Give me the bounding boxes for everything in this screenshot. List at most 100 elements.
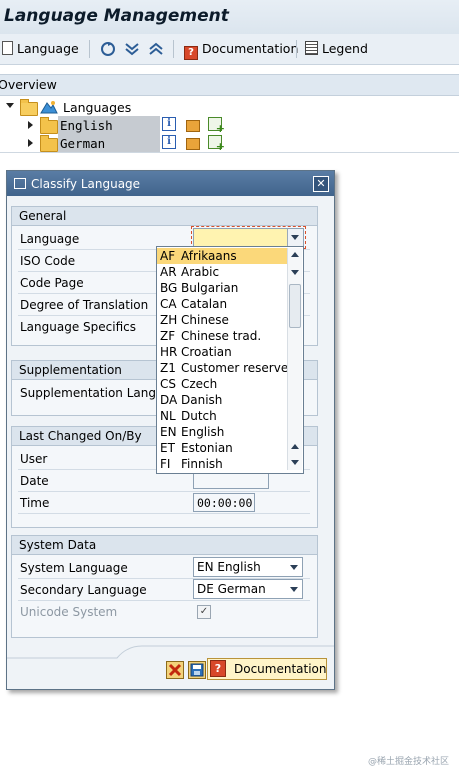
option-name: Catalan xyxy=(181,297,228,311)
documentation-button[interactable]: ? Documentation xyxy=(207,658,327,680)
option-code: FI xyxy=(160,457,171,471)
dropdown-option[interactable]: FI Finnish xyxy=(157,456,288,472)
dropdown-option[interactable]: CA Catalan xyxy=(157,296,288,312)
tree-item-german[interactable]: German xyxy=(60,136,105,151)
save-icon xyxy=(190,663,204,677)
secondary-language-value: DE German xyxy=(197,582,266,596)
cancel-icon xyxy=(168,663,182,677)
language-input[interactable] xyxy=(193,228,304,247)
supplementation-language-label: Supplementation Langua xyxy=(20,386,171,400)
option-code: DA xyxy=(160,393,178,407)
info-icon[interactable]: i xyxy=(162,135,176,149)
dropdown-scrollbar[interactable] xyxy=(287,248,302,470)
chevron-down-icon[interactable] xyxy=(286,580,302,598)
scroll-down-arrow-icon[interactable] xyxy=(291,460,299,465)
dropdown-option[interactable]: HR Croatian xyxy=(157,344,288,360)
expand-arrow-icon[interactable] xyxy=(28,121,33,129)
add-child-icon[interactable] xyxy=(208,117,225,135)
secondary-language-select[interactable]: DE German xyxy=(193,579,303,599)
dialog-window-icon xyxy=(14,178,26,189)
option-name: Estonian xyxy=(181,441,233,455)
documentation-button[interactable]: ? Documentation xyxy=(184,41,298,60)
option-name: Arabic xyxy=(181,265,220,279)
option-code: ZH xyxy=(160,313,178,327)
field-divider xyxy=(18,600,310,601)
collapse-all-button[interactable] xyxy=(148,41,164,60)
add-child-icon[interactable] xyxy=(208,135,225,153)
time-label: Time xyxy=(20,496,50,510)
language-dropdown-list[interactable]: AF Afrikaans AR Arabic BG Bulgarian CA Catalan Z… xyxy=(156,246,304,474)
option-name: Chinese xyxy=(181,313,229,327)
dropdown-option[interactable]: CS Czech xyxy=(157,376,288,392)
option-name: Croatian xyxy=(181,345,232,359)
field-divider xyxy=(18,513,310,514)
save-button[interactable] xyxy=(188,661,206,679)
info-icon[interactable]: i xyxy=(162,117,176,131)
scroll-down-arrow-icon[interactable] xyxy=(291,270,299,275)
dropdown-option[interactable]: BG Bulgarian xyxy=(157,280,288,296)
dropdown-option[interactable]: DA Danish xyxy=(157,392,288,408)
option-name: Danish xyxy=(181,393,223,407)
dropdown-option[interactable]: Z1 Customer reserve xyxy=(157,360,288,376)
language-button[interactable]: Language xyxy=(2,41,79,56)
cancel-button[interactable] xyxy=(166,661,184,679)
package-icon[interactable] xyxy=(186,120,200,132)
title-bar: Language Management xyxy=(0,0,459,34)
overview-header: Overview xyxy=(0,74,459,96)
dropdown-option[interactable]: AR Arabic xyxy=(157,264,288,280)
option-code: HR xyxy=(160,345,178,359)
dropdown-option[interactable]: NL Dutch xyxy=(157,408,288,424)
scrollbar-thumb[interactable] xyxy=(289,284,301,328)
package-icon[interactable] xyxy=(186,138,200,150)
refresh-button[interactable] xyxy=(100,41,116,60)
scroll-up-arrow-icon[interactable] xyxy=(291,444,299,449)
option-name: Chinese trad. xyxy=(181,329,262,343)
chevron-down-icon[interactable] xyxy=(287,229,303,246)
watermark: @稀土掘金技术社区 xyxy=(368,757,450,767)
tree-item-english[interactable]: English xyxy=(60,118,113,133)
tree-root-languages[interactable]: Languages xyxy=(63,100,131,115)
toolbar-separator xyxy=(89,40,90,58)
option-code: EN xyxy=(160,425,177,439)
date-label: Date xyxy=(20,474,49,488)
option-name: Bulgarian xyxy=(181,281,239,295)
option-name: Czech xyxy=(181,377,218,391)
scroll-up-arrow-icon[interactable] xyxy=(291,252,299,257)
secondary-language-label: Secondary Language xyxy=(20,583,147,597)
option-code: AF xyxy=(160,249,176,263)
language-label: Language xyxy=(20,232,80,246)
application-toolbar: Language ? Documentation Legend xyxy=(0,34,459,65)
dropdown-option[interactable]: AF Afrikaans xyxy=(157,248,288,264)
legend-button[interactable]: Legend xyxy=(305,41,368,56)
system-data-group-header: System Data xyxy=(12,536,317,555)
help-book-icon: ? xyxy=(210,660,226,677)
expand-all-button[interactable] xyxy=(124,41,140,60)
dropdown-option[interactable]: ZH Chinese xyxy=(157,312,288,328)
languages-node-icon xyxy=(40,101,58,114)
option-code: Z1 xyxy=(160,361,176,375)
chevron-down-icon[interactable] xyxy=(286,558,302,576)
collapse-arrow-icon[interactable] xyxy=(6,103,14,108)
dropdown-option[interactable]: EN English xyxy=(157,424,288,440)
supplementation-group-title: Supplementation xyxy=(19,363,122,377)
option-code: ZF xyxy=(160,329,176,343)
dropdown-option[interactable]: ET Estonian xyxy=(157,440,288,456)
system-language-value: EN English xyxy=(197,560,261,574)
dropdown-option[interactable]: ZF Chinese trad. xyxy=(157,328,288,344)
option-name: Finnish xyxy=(181,457,223,471)
expand-all-icon xyxy=(125,43,139,56)
open-folder-icon xyxy=(20,99,38,116)
documentation-button-label: Documentation xyxy=(202,41,299,56)
close-icon[interactable]: ✕ xyxy=(313,176,329,192)
option-name: English xyxy=(181,425,225,439)
toolbar-separator xyxy=(296,40,297,58)
page-title: Language Management xyxy=(4,6,229,26)
system-language-select[interactable]: EN English xyxy=(193,557,303,577)
overview-title: Overview xyxy=(0,77,57,92)
field-divider xyxy=(18,491,310,492)
tree-divider xyxy=(0,152,459,153)
general-group-title: General xyxy=(19,209,67,223)
system-data-group: System Data System Language EN English S… xyxy=(11,535,318,638)
option-name: Customer reserve xyxy=(181,361,289,375)
expand-arrow-icon[interactable] xyxy=(28,139,33,147)
